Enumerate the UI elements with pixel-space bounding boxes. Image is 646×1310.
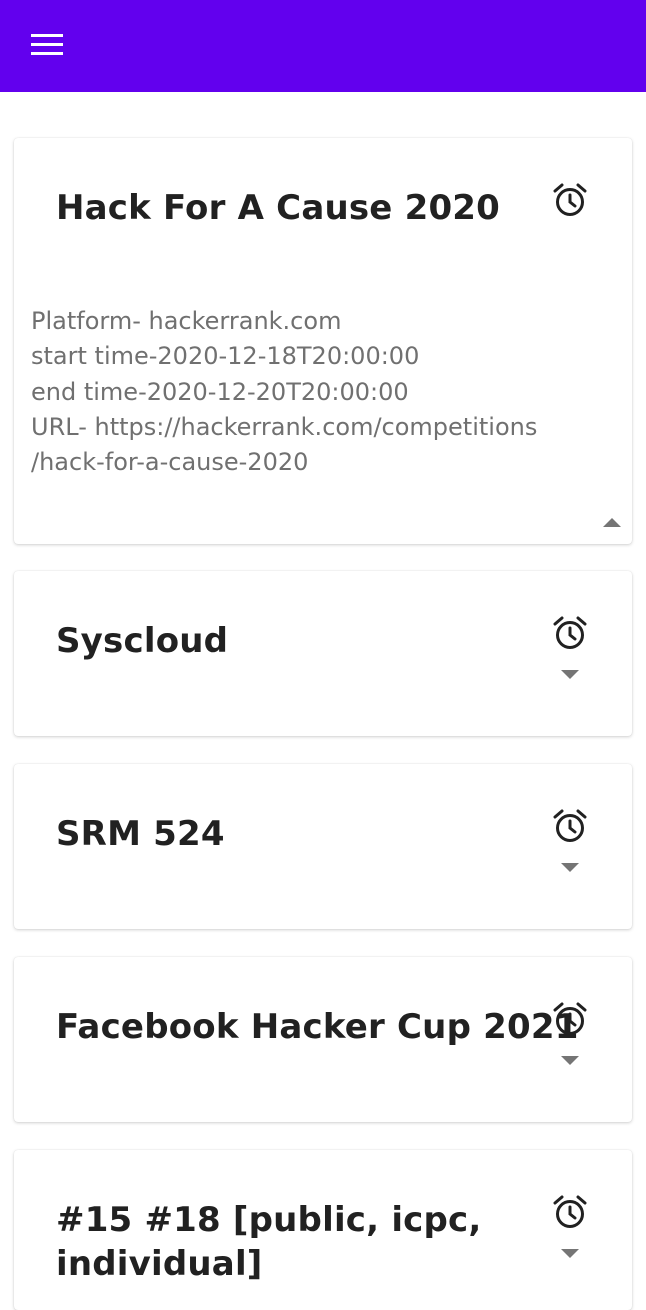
contest-card[interactable]: Facebook Hacker Cup 2021 [14, 957, 632, 1122]
contest-title: Syscloud [56, 621, 229, 661]
contest-card[interactable]: Syscloud [14, 571, 632, 736]
hamburger-menu-icon [31, 34, 63, 55]
chevron-down-icon[interactable] [560, 669, 580, 681]
alarm-clock-icon[interactable] [552, 1194, 588, 1230]
chevron-down-icon[interactable] [560, 1248, 580, 1260]
url-text-continued[interactable]: /hack-for-a-cause-2020 [31, 445, 621, 480]
chevron-down-icon[interactable] [560, 862, 580, 874]
contest-title: #15 #18 [public, icpc, individual] [56, 1200, 482, 1284]
alarm-clock-icon[interactable] [552, 1001, 588, 1037]
contest-card[interactable]: #15 #18 [public, icpc, individual] [14, 1150, 632, 1310]
contest-title: Facebook Hacker Cup 2021 [56, 1007, 579, 1047]
alarm-clock-icon[interactable] [552, 615, 588, 651]
contest-title: SRM 524 [56, 814, 225, 854]
app-bar [0, 0, 646, 92]
chevron-down-icon[interactable] [560, 1055, 580, 1067]
end-time-text: end time-2020-12-20T20:00:00 [31, 377, 409, 406]
menu-button[interactable] [20, 22, 74, 68]
url-text[interactable]: URL- https://hackerrank.com/competitions [31, 410, 621, 445]
contest-card[interactable]: SRM 524 [14, 764, 632, 929]
alarm-clock-icon[interactable] [552, 182, 588, 218]
contest-card[interactable]: Hack For A Cause 2020 Platform- hackerra… [14, 138, 632, 544]
start-time-text: start time-2020-12-18T20:00:00 [31, 342, 420, 371]
contest-title: Hack For A Cause 2020 [56, 188, 501, 228]
alarm-clock-icon[interactable] [552, 808, 588, 844]
contest-details: Platform- hackerrank.com start time-2020… [31, 304, 621, 480]
chevron-up-icon[interactable] [602, 516, 622, 528]
platform-text: Platform- hackerrank.com [31, 307, 342, 335]
